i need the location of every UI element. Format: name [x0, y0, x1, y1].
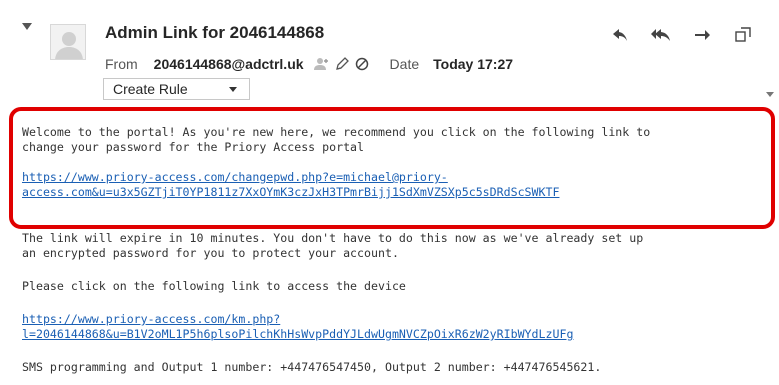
welcome-line-1: Welcome to the portal! As you're new her…: [22, 125, 651, 139]
popout-icon[interactable]: [731, 23, 755, 47]
email-subject: Admin Link for 2046144868: [105, 23, 325, 42]
user-avatar-icon: [50, 24, 86, 60]
email-header: Admin Link for 2046144868 From 204614486…: [0, 0, 779, 108]
welcome-line-2: change your password for the Priory Acce…: [22, 140, 365, 154]
from-line: From 2046144868@adctrl.uk Date Today 17:…: [105, 54, 513, 74]
forward-icon[interactable]: [690, 23, 714, 47]
device-access-line: Please click on the following link to ac…: [22, 279, 406, 293]
device-link-line-2[interactable]: l=2046144868&u=B1V2oML1P5h6plsoPilchKhHs…: [22, 327, 573, 342]
reply-icon[interactable]: [608, 23, 632, 47]
sms-numbers-line: SMS programming and Output 1 number: +44…: [22, 360, 602, 374]
scroll-down-icon[interactable]: [766, 92, 774, 97]
create-rule-dropdown[interactable]: Create Rule: [103, 78, 250, 100]
message-actions: [608, 23, 755, 47]
reply-all-icon[interactable]: [649, 23, 673, 47]
from-label: From: [105, 56, 138, 72]
create-rule-label: Create Rule: [113, 81, 188, 97]
add-contact-icon[interactable]: [313, 56, 330, 72]
chevron-down-icon: [229, 87, 237, 92]
expire-line-2: an encrypted password for you to protect…: [22, 246, 399, 260]
date-value: Today 17:27: [433, 56, 514, 72]
date-label: Date: [389, 56, 420, 72]
change-password-link-line-2[interactable]: access.com&u=u3x5GZTjiT0YP1811z7XxOYmK3c…: [22, 185, 559, 200]
device-link-line-1[interactable]: https://www.priory-access.com/km.php?: [22, 312, 280, 327]
change-password-link-line-1[interactable]: https://www.priory-access.com/changepwd.…: [22, 170, 448, 185]
sender-address[interactable]: 2046144868@adctrl.uk: [154, 56, 304, 72]
expire-line-1: The link will expire in 10 minutes. You …: [22, 231, 644, 245]
collapse-caret-icon[interactable]: [22, 23, 32, 30]
edit-icon[interactable]: [334, 56, 350, 72]
block-icon[interactable]: [354, 56, 370, 72]
